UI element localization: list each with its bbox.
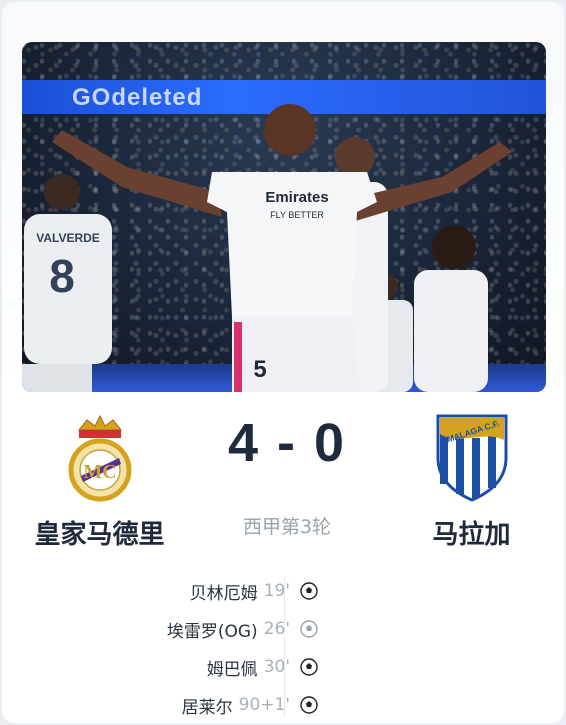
goal-minute: 30'	[263, 657, 290, 677]
home-team-name: 皇家马德里	[34, 520, 165, 550]
main-player-number: 5	[253, 356, 266, 383]
left-player-number: 8	[49, 250, 75, 302]
jersey-sponsor: Emirates	[265, 189, 328, 206]
goal-row: 贝林厄姆 19'	[22, 572, 322, 610]
jersey-tagline: FLY BETTER	[270, 210, 324, 220]
goal-scorer: 姆巴佩	[206, 659, 258, 680]
match-score: 4 - 0	[227, 413, 347, 473]
svg-text:MC: MC	[83, 461, 116, 483]
players-illustration: VALVERDE 8 Emirates FLY BETTER 5	[22, 104, 512, 392]
league-round: 西甲第3轮	[242, 516, 332, 538]
goal-list: 贝林厄姆 19' 埃雷罗(OG) 26' 姆巴佩 30' 居莱尔 90+1'	[22, 572, 322, 723]
away-team[interactable]: MALAGA C.F. 马拉加	[394, 412, 549, 551]
goal-minute: 90+1'	[238, 695, 290, 715]
goal-row: 姆巴佩 30'	[22, 648, 322, 686]
goal-scorer: 居莱尔	[181, 697, 233, 718]
real-madrid-crest-icon: MC	[68, 414, 131, 502]
home-team[interactable]: MC 皇家马德里	[22, 412, 177, 551]
left-player: VALVERDE 8	[22, 174, 112, 392]
goal-scorer: 埃雷罗(OG)	[166, 621, 258, 642]
goal-minute: 19'	[263, 581, 290, 601]
goal-row: 埃雷罗(OG) 26'	[22, 610, 322, 648]
goal-minute: 26'	[263, 619, 290, 639]
soccer-ball-icon	[300, 582, 318, 600]
soccer-ball-own-goal-icon	[300, 620, 318, 638]
match-photo[interactable]: GOdeleted VALVERDE 8 Emirates FLY BETTER…	[22, 42, 546, 392]
goal-scorer: 贝林厄姆	[189, 583, 258, 604]
soccer-ball-icon	[300, 696, 318, 714]
left-player-name: VALVERDE	[36, 231, 100, 245]
goals-divider	[284, 578, 285, 718]
right-player	[414, 225, 488, 392]
away-team-name: 马拉加	[432, 520, 511, 550]
match-card: GOdeleted VALVERDE 8 Emirates FLY BETTER…	[2, 2, 564, 723]
soccer-ball-icon	[300, 658, 318, 676]
malaga-crest-icon: MALAGA C.F.	[436, 414, 507, 502]
goal-row: 居莱尔 90+1'	[22, 686, 322, 723]
